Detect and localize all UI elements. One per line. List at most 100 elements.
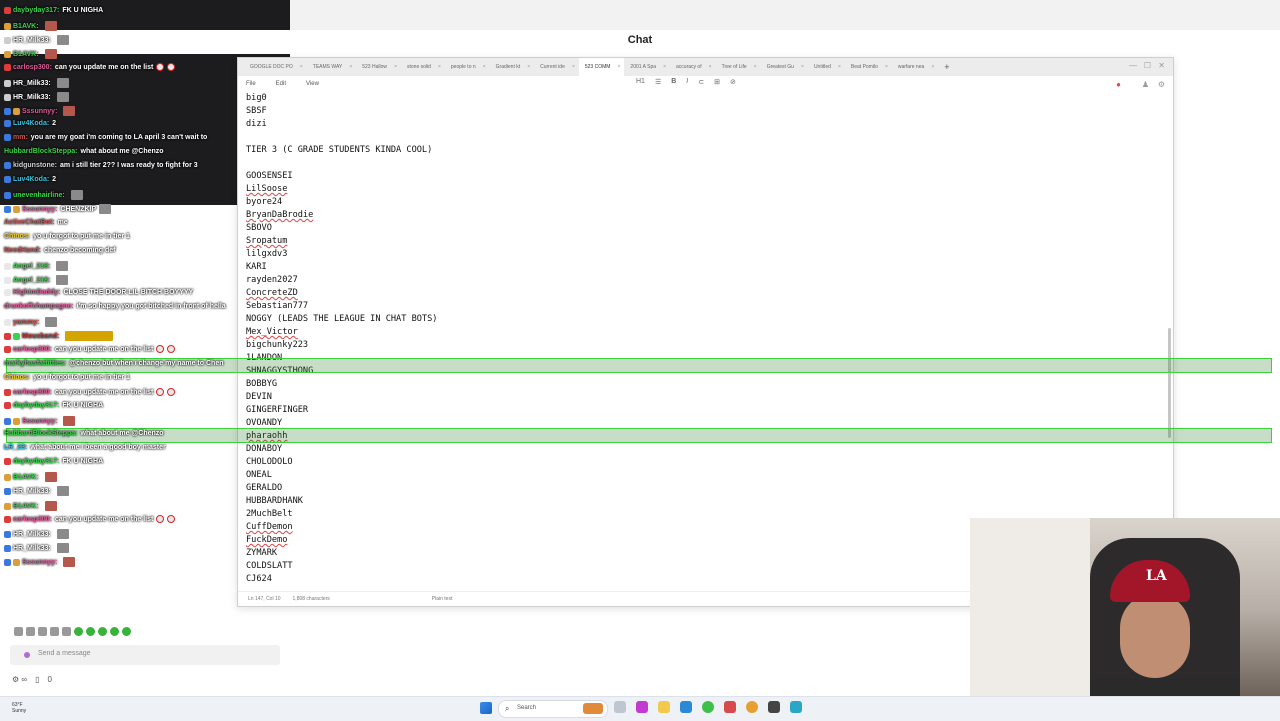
notepad-tab[interactable]: Greatest Gu × — [761, 64, 808, 70]
notepad-tab[interactable]: people to n × — [445, 64, 490, 70]
chat-message[interactable]: HubbardBlockSteppa: what about me @Chenzo — [4, 430, 164, 437]
tab-close-icon[interactable]: × — [527, 64, 530, 70]
chat-message[interactable]: B1AVK: — [4, 21, 57, 31]
chat-message[interactable]: NeedHand: chenzo becoming def — [4, 247, 116, 254]
chat-message[interactable]: carlosp300: can you update me on the list — [4, 388, 176, 396]
chat-message[interactable]: yammy: — [4, 317, 58, 327]
chat-message[interactable]: Mousband: — [4, 331, 114, 341]
chat-message[interactable]: HR_Milk33: — [4, 35, 69, 45]
notepad-app-icon[interactable] — [790, 701, 802, 713]
chat-message[interactable]: B1AVK: — [4, 472, 57, 482]
chat-message[interactable]: HighimDaddy: CLOSE THE DOOR LIL BITCH BOY… — [4, 289, 193, 296]
chat-message[interactable]: Chinos: yo u forgot to put me in tier 1 — [4, 374, 130, 381]
chat-message[interactable]: Sssunnyy: CHENZKIP — [4, 204, 112, 214]
chat-message[interactable]: HR_Milk33: — [4, 92, 69, 102]
emote-icon[interactable] — [110, 627, 119, 636]
chat-message[interactable]: HR_Milk33: — [4, 529, 69, 539]
chat-username[interactable]: drunkoffchampagne: — [4, 303, 74, 310]
chat-username[interactable]: B1AVK: — [13, 51, 39, 58]
chat-username[interactable]: Sssunnyy: — [22, 108, 57, 115]
chat-username[interactable]: HR_Milk33: — [13, 80, 51, 87]
chat-message[interactable]: daybyday317: FK U NIGHA — [4, 458, 103, 465]
notepad-tab[interactable]: 523 COMM × — [578, 58, 625, 76]
obs-icon[interactable] — [768, 701, 780, 713]
emote-icon[interactable] — [26, 627, 35, 636]
chat-username[interactable]: kidgunstone: — [13, 162, 57, 169]
italic-icon[interactable]: I — [686, 78, 688, 86]
settings-icon[interactable]: ⚙ ∞ — [12, 675, 27, 684]
copilot-app-icon[interactable] — [636, 701, 648, 713]
emote-icon[interactable] — [50, 627, 59, 636]
chat-message[interactable]: Luv4Koda: 2 — [4, 120, 56, 127]
chat-username[interactable]: carlosp300: — [13, 346, 52, 353]
chat-message[interactable]: drunkoffchampagne: i'm so happy you got b… — [4, 303, 226, 310]
tab-close-icon[interactable]: × — [838, 64, 841, 70]
tab-close-icon[interactable]: × — [709, 64, 712, 70]
tab-close-icon[interactable]: × — [394, 64, 397, 70]
chat-username[interactable]: carlosp300: — [13, 64, 52, 71]
copilot-icon[interactable]: ● — [1116, 80, 1121, 89]
list-icon[interactable]: ☰ — [655, 78, 661, 86]
edge-icon[interactable] — [680, 701, 692, 713]
maximize-icon[interactable]: ☐ — [1144, 61, 1151, 70]
chat-username[interactable]: mm: — [13, 134, 28, 141]
app-icon[interactable] — [724, 701, 736, 713]
chat-username[interactable]: HR_Milk33: — [13, 545, 51, 552]
chat-message[interactable]: markyhasfattitties: @chenzo but when i ch… — [4, 360, 223, 367]
profile-icon[interactable]: ♟ — [1142, 80, 1149, 89]
table-icon[interactable]: ⊞ — [714, 78, 720, 86]
chat-message[interactable]: Angel_218: — [4, 261, 69, 271]
heading-select[interactable]: H1 — [636, 78, 645, 86]
tab-close-icon[interactable]: × — [931, 64, 934, 70]
chat-username[interactable]: daybyday317: — [13, 402, 59, 409]
tab-close-icon[interactable]: × — [300, 64, 303, 70]
menu-view[interactable]: View — [306, 81, 319, 87]
taskbar-search[interactable]: ⌕ Search — [498, 700, 608, 718]
chat-username[interactable]: carlosp300: — [13, 389, 52, 396]
emote-icon[interactable] — [98, 627, 107, 636]
minimize-icon[interactable]: — — [1129, 61, 1137, 70]
emote-icon[interactable] — [122, 627, 131, 636]
new-tab-button[interactable]: + — [944, 62, 949, 72]
file-explorer-icon[interactable] — [658, 701, 670, 713]
chat-message[interactable]: kidgunstone: am i still tier 2?? I was re… — [4, 162, 198, 169]
chat-message[interactable]: Luv4Koda: 2 — [4, 176, 56, 183]
chat-username[interactable]: HR_Milk33: — [13, 531, 51, 538]
chat-username[interactable]: Sssunnyy: — [22, 559, 57, 566]
chat-message[interactable]: Angel_218: — [4, 275, 69, 285]
chat-message[interactable]: unevenhairline: — [4, 190, 83, 200]
chat-username[interactable]: HR_Milk33: — [13, 94, 51, 101]
chat-username[interactable]: daybyday317: — [13, 458, 59, 465]
chat-username[interactable]: HR_Milk33: — [13, 488, 51, 495]
chat-message[interactable]: Sssunnyy: — [4, 106, 76, 116]
notepad-tab[interactable]: TEAMS WAY × — [307, 64, 356, 70]
chat-message[interactable]: HubbardBlockSteppa: what about me @Chenzo — [4, 148, 164, 155]
bold-icon[interactable]: B — [671, 78, 676, 86]
chat-message[interactable]: carlosp300: can you update me on the list — [4, 63, 176, 71]
chat-username[interactable]: HighimDaddy: — [13, 289, 60, 296]
emote-icon[interactable] — [86, 627, 95, 636]
notepad-tab[interactable]: 2001 A Spa × — [624, 64, 670, 70]
chat-message[interactable]: LR_23: what about me i been a good boy ma… — [4, 444, 166, 451]
tab-close-icon[interactable]: × — [572, 64, 575, 70]
chat-message[interactable]: B1AVK: — [4, 501, 57, 511]
chat-username[interactable]: ActiveChatBot: — [4, 219, 55, 226]
link-icon[interactable]: ⊂ — [698, 78, 704, 86]
chat-username[interactable]: daybyday317: — [13, 7, 59, 14]
chat-username[interactable]: Chinos: — [4, 233, 30, 240]
chat-message[interactable]: Sssunnyy: — [4, 416, 76, 426]
notepad-tab[interactable]: accuracy of × — [670, 64, 716, 70]
chat-username[interactable]: Angel_218: — [13, 263, 50, 270]
tab-close-icon[interactable]: × — [618, 58, 621, 76]
chat-username[interactable]: Angel_218: — [13, 277, 50, 284]
chat-message[interactable]: daybyday317: FK U NIGHA — [4, 402, 103, 409]
notepad-tab[interactable]: Untitled × — [808, 64, 845, 70]
chat-username[interactable]: B1AVK: — [13, 503, 39, 510]
emote-icon[interactable] — [14, 627, 23, 636]
spotify-icon[interactable] — [702, 701, 714, 713]
chat-username[interactable]: B1AVK: — [13, 474, 39, 481]
chat-username[interactable]: Luv4Koda: — [13, 176, 49, 183]
notepad-tab[interactable]: 523 Hallow × — [356, 64, 401, 70]
weather-widget[interactable]: 63°F Sunny — [12, 702, 26, 714]
settings-gear-icon[interactable]: ⚙ — [1158, 80, 1165, 89]
